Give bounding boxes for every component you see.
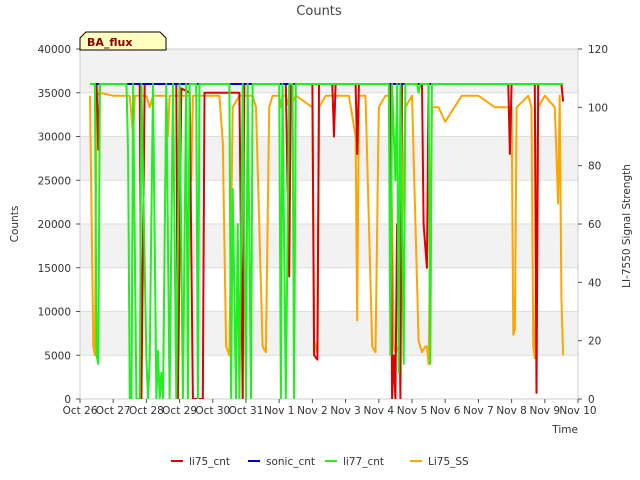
legend-label: Li75_SS: [428, 456, 469, 468]
y2-tick-label: 20: [588, 336, 601, 348]
y2-tick-label: 40: [588, 277, 601, 289]
legend-label: sonic_cnt: [266, 456, 315, 468]
x-tick-label: Nov 5: [397, 405, 428, 417]
x-tick-label: Oct 28: [129, 405, 164, 417]
station-badge: BA_flux: [79, 31, 167, 51]
y-tick-label: 20000: [38, 219, 71, 231]
x-tick-label: Oct 26: [63, 405, 98, 417]
counts-chart: Oct 26Oct 27Oct 28Oct 29Oct 30Oct 31 Nov …: [9, 4, 633, 468]
x-tick-label: Nov 7: [463, 405, 494, 417]
x-tick-label: Nov 2: [297, 405, 328, 417]
background-band: [80, 355, 578, 399]
x-tick-label: Nov 6: [430, 405, 461, 417]
y-axis-ticks: 0 5000 10000 15000 20000 25000 30000 35000 40000: [38, 44, 80, 406]
y-tick-label: 25000: [38, 175, 71, 187]
legend-label: li75_cnt: [189, 456, 230, 468]
x-tick-label: Nov 4: [364, 405, 395, 417]
y-tick-label: 15000: [38, 263, 71, 275]
y-tick-label: 30000: [38, 132, 71, 144]
y2-axis-label: LI-7550 Signal Strength: [621, 164, 633, 288]
legend: li75_cnt sonic_cnt li77_cnt Li75_SS: [171, 456, 469, 468]
x-tick-label: Nov 10: [559, 405, 596, 417]
y-tick-label: 35000: [38, 88, 71, 100]
x-axis-ticks: Oct 26Oct 27Oct 28Oct 29Oct 30Oct 31 Nov …: [63, 399, 597, 417]
y2-tick-label: 0: [588, 394, 595, 406]
badge-label: BA_flux: [87, 36, 132, 49]
x-tick-label: Oct 29: [162, 405, 197, 417]
x-tick-label: Nov 8: [496, 405, 527, 417]
y-tick-label: 10000: [38, 307, 71, 319]
x-axis-label: Time: [551, 424, 578, 436]
y-tick-label: 40000: [38, 44, 71, 56]
x-tick-label: Oct 27: [96, 405, 131, 417]
background-band: [80, 49, 578, 93]
y2-tick-label: 100: [588, 102, 608, 114]
x-tick-label: Nov 9: [530, 405, 561, 417]
y2-tick-label: 120: [588, 44, 608, 56]
y2-tick-label: 80: [588, 161, 601, 173]
y2-axis-ticks: 0 20 40 60 80 100 120: [578, 44, 608, 406]
y-tick-label: 0: [64, 394, 71, 406]
y2-tick-label: 60: [588, 219, 601, 231]
chart-title: Counts: [296, 4, 342, 19]
x-tick-label: Nov 3: [330, 405, 361, 417]
legend-label: li77_cnt: [343, 456, 384, 468]
x-tick-label: Nov 1: [264, 405, 295, 417]
background-band: [80, 92, 578, 137]
y-tick-label: 5000: [44, 350, 71, 362]
x-tick-label: Oct 31: [229, 405, 264, 417]
x-tick-label: Oct 30: [195, 405, 230, 417]
y-axis-label: Counts: [9, 206, 21, 243]
